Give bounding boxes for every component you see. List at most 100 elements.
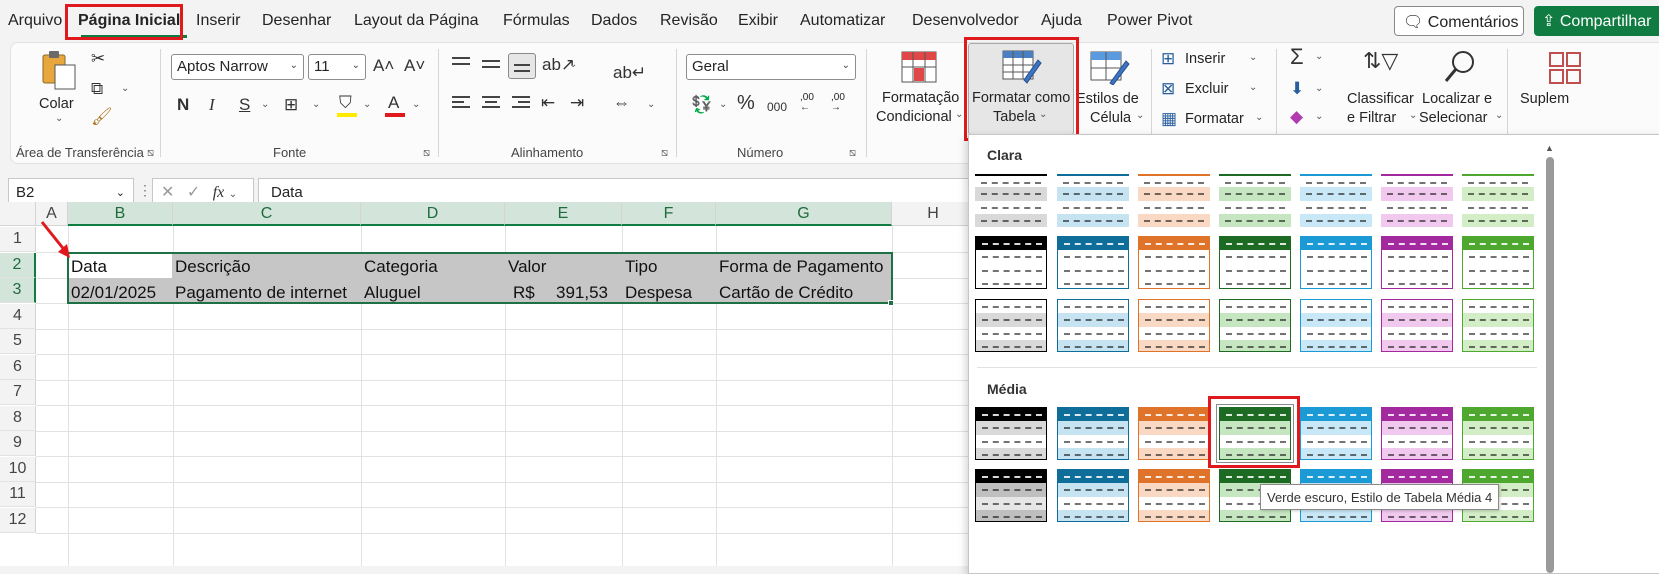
chevron-down-icon[interactable]: ⌄ bbox=[412, 99, 420, 110]
font-size-select[interactable]: 11 ⌄ bbox=[308, 54, 366, 80]
table-style-swatch[interactable] bbox=[1219, 236, 1291, 289]
conditional-formatting-button[interactable]: Formatação Condicional ⌄ bbox=[873, 45, 963, 133]
table-style-swatch[interactable] bbox=[1300, 174, 1372, 227]
table-style-swatch[interactable] bbox=[975, 469, 1047, 522]
row-header-12[interactable]: 12 bbox=[0, 507, 36, 533]
percent-button[interactable]: % bbox=[737, 93, 755, 113]
table-style-swatch[interactable] bbox=[1462, 174, 1534, 227]
gallery-scrollbar[interactable]: ▲ bbox=[1545, 143, 1555, 573]
chevron-down-icon[interactable]: ⌄ bbox=[116, 186, 125, 199]
increase-indent-icon[interactable]: ⇥ bbox=[570, 93, 584, 113]
fill-color-icon[interactable]: ⛉ bbox=[339, 93, 352, 113]
cell-g3[interactable]: Cartão de Crédito bbox=[719, 283, 853, 303]
table-style-swatch[interactable] bbox=[1381, 174, 1453, 227]
scroll-thumb[interactable] bbox=[1546, 157, 1554, 573]
tab-revisão[interactable]: Revisão bbox=[660, 12, 718, 30]
row-header-9[interactable]: 9 bbox=[0, 431, 36, 456]
tab-automatizar[interactable]: Automatizar bbox=[800, 12, 885, 30]
dialog-launcher-icon[interactable]: ⧅ bbox=[849, 147, 856, 160]
chevron-down-icon[interactable]: ⌄ bbox=[569, 59, 577, 70]
share-button[interactable]: ⇪ Compartilhar bbox=[1534, 6, 1659, 36]
select-all-corner[interactable] bbox=[0, 202, 36, 226]
format-cells-button[interactable]: ▦ Formatar ⌄ bbox=[1161, 109, 1271, 131]
tab-inserir[interactable]: Inserir bbox=[196, 12, 240, 30]
cell-c2[interactable]: Descrição bbox=[175, 257, 251, 277]
tab-ajuda[interactable]: Ajuda bbox=[1041, 12, 1082, 30]
row-header-3[interactable]: 3 bbox=[0, 278, 36, 303]
align-right-icon[interactable] bbox=[512, 96, 532, 112]
table-style-swatch[interactable] bbox=[1138, 407, 1210, 460]
align-top-icon[interactable] bbox=[452, 57, 472, 71]
row-header-2[interactable]: 2 bbox=[0, 252, 36, 278]
table-style-swatch[interactable] bbox=[1300, 299, 1372, 352]
row-header-4[interactable]: 4 bbox=[0, 303, 36, 329]
font-color-icon[interactable]: A bbox=[388, 93, 399, 113]
decrease-decimal-button[interactable]: ,00 → bbox=[831, 93, 857, 117]
chevron-down-icon[interactable]: ⌄ bbox=[229, 189, 237, 200]
column-header-d[interactable]: D bbox=[361, 202, 505, 226]
increase-font-icon[interactable]: A˄ bbox=[373, 56, 394, 76]
autosum-icon[interactable]: Σ bbox=[1290, 46, 1304, 68]
table-style-swatch[interactable] bbox=[1219, 174, 1291, 227]
cell-c3[interactable]: Pagamento de internet bbox=[175, 283, 347, 303]
tab-arquivo[interactable]: Arquivo bbox=[8, 12, 62, 30]
tab-exibir[interactable]: Exibir bbox=[738, 12, 778, 30]
align-bottom-icon[interactable] bbox=[508, 53, 536, 79]
addins-button[interactable]: Suplem bbox=[1516, 45, 1616, 133]
cell-e3[interactable]: 391,53 bbox=[556, 283, 608, 303]
column-header-h[interactable]: H bbox=[892, 202, 975, 226]
table-style-swatch[interactable] bbox=[1138, 236, 1210, 289]
sort-filter-button[interactable]: ⇅▽ Classificar e Filtrar ⌄ bbox=[1341, 45, 1417, 133]
number-format-select[interactable]: Geral ⌄ bbox=[686, 54, 856, 80]
cell-b3[interactable]: 02/01/2025 bbox=[71, 283, 156, 303]
tab-dados[interactable]: Dados bbox=[591, 12, 637, 30]
cell-e2[interactable]: Valor bbox=[508, 257, 546, 277]
align-left-icon[interactable] bbox=[452, 96, 472, 112]
table-style-swatch[interactable] bbox=[1138, 469, 1210, 522]
cell-d2[interactable]: Categoria bbox=[364, 257, 438, 277]
chevron-down-icon[interactable]: ⌄ bbox=[1315, 51, 1323, 62]
row-header-5[interactable]: 5 bbox=[0, 329, 36, 354]
decrease-indent-icon[interactable]: ⇤ bbox=[541, 93, 555, 113]
merge-center-icon[interactable]: ⇔ bbox=[613, 93, 630, 113]
cell-b2[interactable]: Data bbox=[71, 257, 107, 277]
thousands-separator-button[interactable]: 000 bbox=[767, 97, 787, 117]
find-select-button[interactable]: Localizar e Selecionar ⌄ bbox=[1419, 45, 1503, 133]
comments-button[interactable]: 🗨 Comentários bbox=[1394, 6, 1524, 36]
accounting-format-icon[interactable]: 💱 bbox=[691, 95, 712, 115]
table-style-swatch[interactable] bbox=[1462, 236, 1534, 289]
increase-decimal-button[interactable]: ,00 ← bbox=[800, 93, 826, 117]
tab-página-inicial[interactable]: Página Inicial bbox=[78, 12, 180, 30]
format-painter-icon[interactable]: 🖌 bbox=[91, 107, 113, 127]
row-header-1[interactable]: 1 bbox=[0, 227, 36, 252]
row-header-11[interactable]: 11 bbox=[0, 482, 36, 507]
table-style-swatch[interactable] bbox=[975, 174, 1047, 227]
tab-desenhar[interactable]: Desenhar bbox=[262, 12, 331, 30]
column-header-e[interactable]: E bbox=[505, 202, 622, 226]
cut-icon[interactable]: ✂ bbox=[91, 49, 105, 69]
font-name-select[interactable]: Aptos Narrow ⌄ bbox=[171, 54, 304, 80]
bold-button[interactable]: N bbox=[177, 95, 189, 115]
column-header-g[interactable]: G bbox=[716, 202, 892, 226]
row-header-7[interactable]: 7 bbox=[0, 380, 36, 405]
wrap-text-icon[interactable]: ab↵ bbox=[613, 63, 646, 83]
column-header-f[interactable]: F bbox=[622, 202, 716, 226]
table-style-swatch[interactable] bbox=[1381, 236, 1453, 289]
table-style-swatch[interactable] bbox=[1300, 407, 1372, 460]
borders-icon[interactable]: ⊞ bbox=[284, 95, 298, 115]
tab-fórmulas[interactable]: Fórmulas bbox=[503, 12, 570, 30]
table-style-swatch[interactable] bbox=[1057, 299, 1129, 352]
enter-icon[interactable]: ✓ bbox=[187, 184, 200, 201]
copy-icon[interactable]: ⧉ bbox=[91, 79, 103, 99]
table-style-swatch[interactable] bbox=[1057, 236, 1129, 289]
cell-f3[interactable]: Despesa bbox=[625, 283, 692, 303]
tab-power-pivot[interactable]: Power Pivot bbox=[1107, 12, 1192, 30]
chevron-down-icon[interactable]: ⌄ bbox=[647, 99, 655, 110]
align-center-icon[interactable] bbox=[482, 96, 502, 112]
table-style-swatch[interactable] bbox=[1381, 299, 1453, 352]
dialog-launcher-icon[interactable]: ⧅ bbox=[147, 147, 154, 160]
dialog-launcher-icon[interactable]: ⧅ bbox=[423, 147, 430, 160]
chevron-down-icon[interactable]: ⌄ bbox=[261, 99, 269, 110]
row-header-6[interactable]: 6 bbox=[0, 354, 36, 380]
cell-styles-button[interactable]: Estilos de Célula ⌄ bbox=[1076, 45, 1146, 133]
